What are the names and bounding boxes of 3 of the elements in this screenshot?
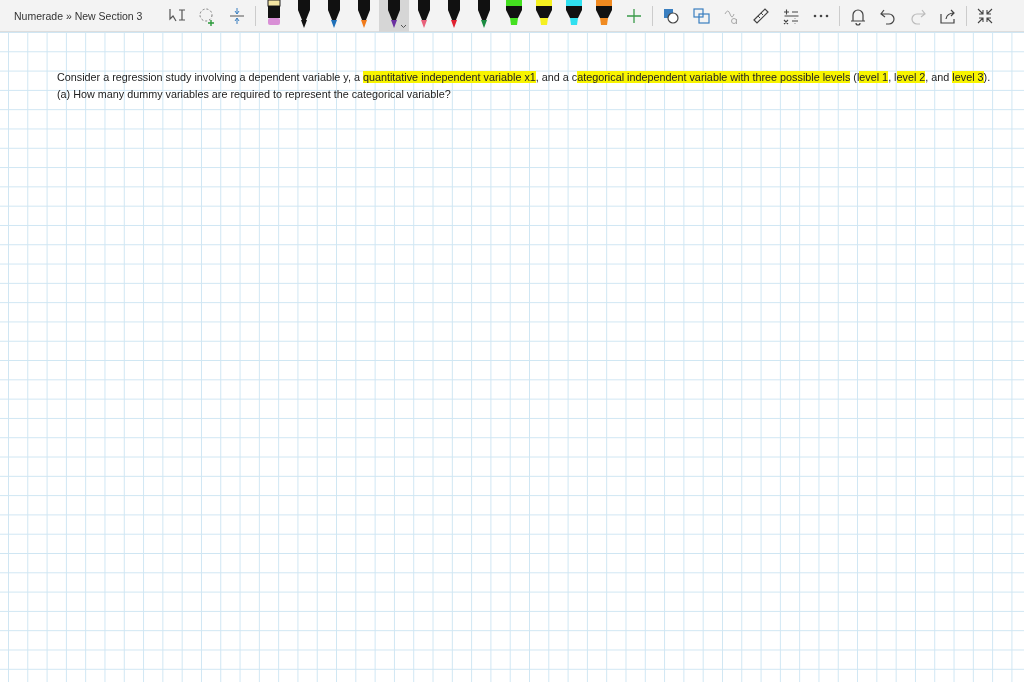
question-text: (a) How many dummy variables are required to represent the categorical variable? [57,87,452,102]
breadcrumb[interactable]: Numerade » New Section 3 [14,9,143,22]
convert-icon[interactable] [691,5,712,26]
